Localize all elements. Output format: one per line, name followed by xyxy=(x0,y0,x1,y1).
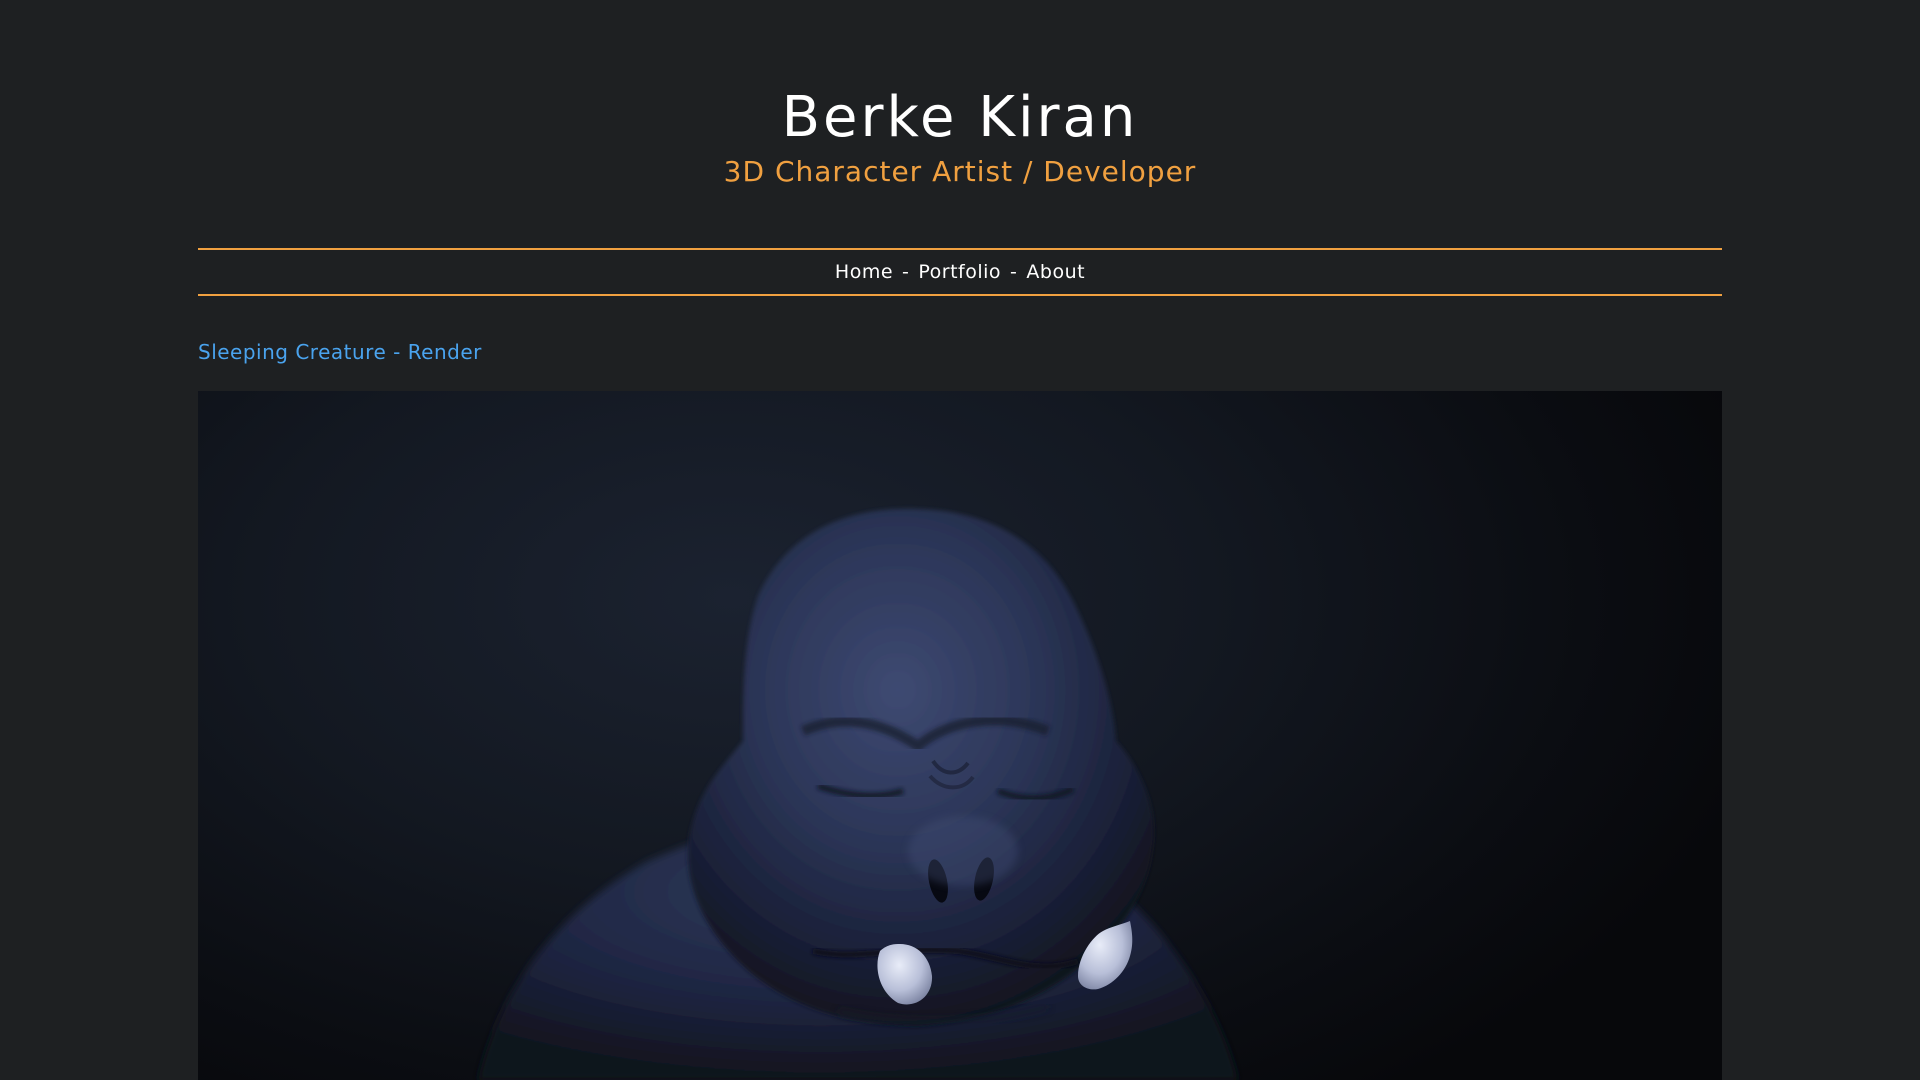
site-title[interactable]: Berke Kiran xyxy=(0,84,1920,152)
post-title-link[interactable]: Sleeping Creature - Render xyxy=(198,340,482,364)
creature-illustration xyxy=(478,508,1238,1080)
main-nav: Home - Portfolio - About xyxy=(198,248,1722,296)
nav-item-portfolio[interactable]: Portfolio xyxy=(918,261,1001,283)
page: Berke Kiran 3D Character Artist / Develo… xyxy=(0,0,1920,1080)
nav-item-home[interactable]: Home xyxy=(835,261,893,283)
nav-separator: - xyxy=(902,261,910,283)
nav-item-about[interactable]: About xyxy=(1026,261,1085,283)
nav-separator: - xyxy=(1010,261,1018,283)
render-image[interactable] xyxy=(198,391,1722,1080)
site-subtitle: 3D Character Artist / Developer xyxy=(723,155,1197,188)
